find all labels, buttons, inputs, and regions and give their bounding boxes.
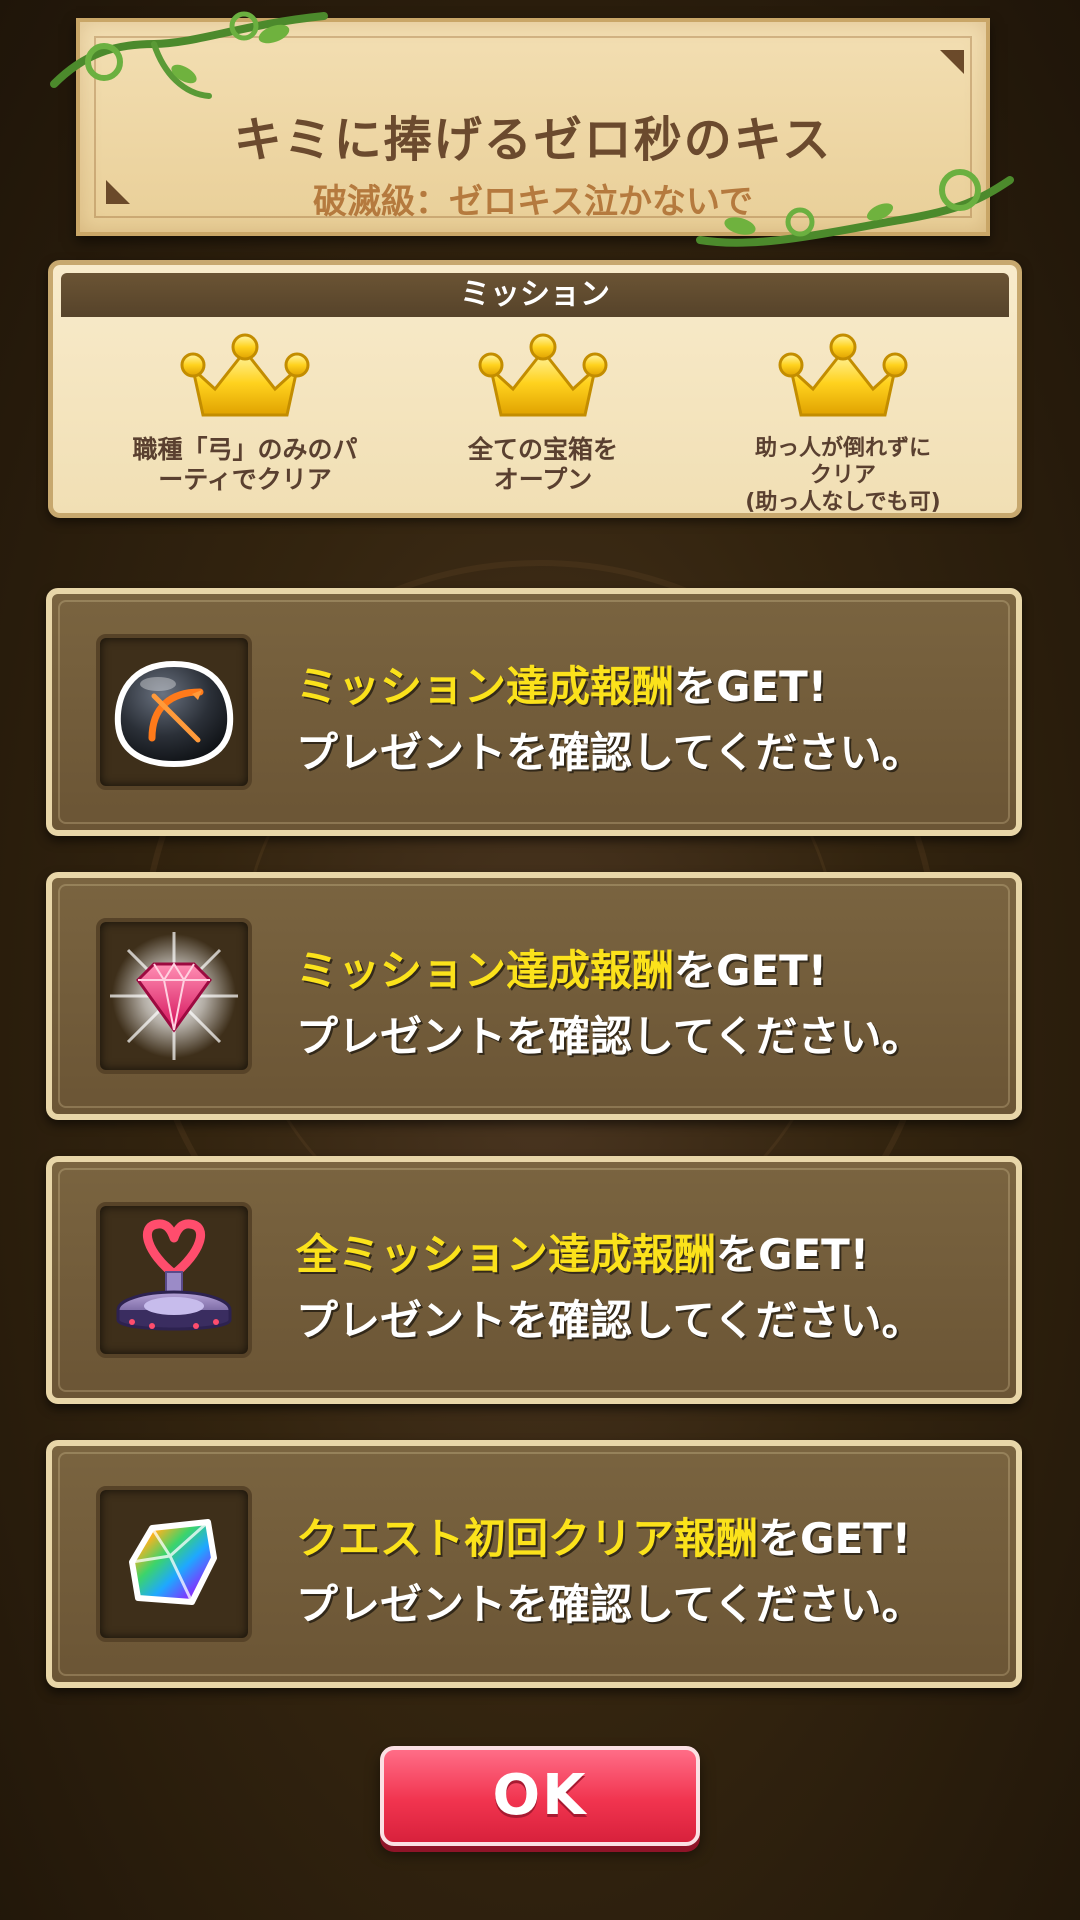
mission-label: 全ての宝箱を オープン — [467, 435, 618, 494]
bow-orb-icon — [114, 660, 234, 768]
reward-highlight: ミッション達成報酬 — [296, 662, 675, 711]
reward-suffix: をGET! — [716, 1230, 869, 1279]
reward-highlight: クエスト初回クリア報酬 — [296, 1514, 759, 1563]
heart-statue-icon — [116, 1219, 232, 1331]
reward-suffix: をGET! — [758, 1514, 911, 1563]
reward-highlight: 全ミッション達成報酬 — [296, 1230, 717, 1279]
reward-message: クエスト初回クリア報酬をGET! プレゼントを確認してください。 — [296, 1506, 996, 1638]
reward-message: 全ミッション達成報酬をGET! プレゼントを確認してください。 — [296, 1222, 996, 1354]
quest-title: キミに捧げるゼロ秒のキス — [233, 112, 833, 168]
crown-icon — [478, 333, 608, 417]
mission-item-helper-survives: 助っ人が倒れずに クリア (助っ人なしでも可) — [693, 329, 993, 516]
reward-card-mission: ミッション達成報酬をGET! プレゼントを確認してください。 — [46, 588, 1022, 836]
crown-icon — [180, 333, 310, 417]
reward-highlight: ミッション達成報酬 — [296, 946, 675, 995]
reward-card-all-missions: 全ミッション達成報酬をGET! プレゼントを確認してください。 — [46, 1156, 1022, 1404]
reward-icon-slot — [96, 1202, 252, 1358]
mission-panel: ミッション 職種「弓」のみのパ ーティでクリア 全ての宝箱を オープン 助っ人が… — [48, 260, 1022, 518]
mission-label: 職種「弓」のみのパ ーティでクリア — [132, 435, 358, 494]
mission-label: 助っ人が倒れずに クリア (助っ人なしでも可) — [745, 436, 941, 515]
reward-icon-slot — [96, 1486, 252, 1642]
reward-message: ミッション達成報酬をGET! プレゼントを確認してください。 — [296, 654, 996, 786]
reward-icon-slot — [96, 634, 252, 790]
mission-item-open-chests: 全ての宝箱を オープン — [393, 329, 693, 495]
ok-button[interactable]: OK — [380, 1746, 700, 1846]
banner-corner-ornament — [940, 50, 964, 74]
reward-card-first-clear: クエスト初回クリア報酬をGET! プレゼントを確認してください。 — [46, 1440, 1022, 1688]
reward-instruction: プレゼントを確認してください。 — [296, 1012, 924, 1061]
reward-instruction: プレゼントを確認してください。 — [296, 728, 924, 777]
quest-difficulty: 破滅級：ゼロキス泣かないで — [313, 182, 753, 222]
reward-message: ミッション達成報酬をGET! プレゼントを確認してください。 — [296, 938, 996, 1070]
reward-instruction: プレゼントを確認してください。 — [296, 1580, 924, 1629]
reward-suffix: をGET! — [674, 946, 827, 995]
mission-header: ミッション — [61, 273, 1009, 317]
reward-instruction: プレゼントを確認してください。 — [296, 1296, 924, 1345]
reward-suffix: をGET! — [674, 662, 827, 711]
crown-icon — [778, 333, 908, 417]
rainbow-crystal-icon — [129, 1519, 217, 1605]
pink-gem-icon — [110, 932, 238, 1060]
reward-icon-slot — [96, 918, 252, 1074]
reward-card-mission: ミッション達成報酬をGET! プレゼントを確認してください。 — [46, 872, 1022, 1120]
mission-item-bow-party: 職種「弓」のみのパ ーティでクリア — [95, 329, 395, 495]
quest-title-banner: キミに捧げるゼロ秒のキス 破滅級：ゼロキス泣かないで — [76, 18, 990, 236]
